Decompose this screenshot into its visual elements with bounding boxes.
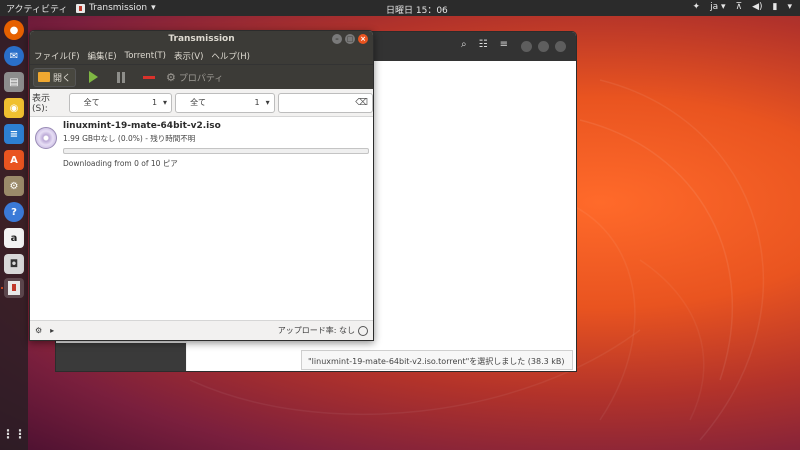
folder-icon (38, 72, 50, 82)
battery-icon[interactable]: ▮ (773, 2, 778, 12)
tracker-filter-count: 1 (254, 98, 260, 107)
input-method-label: ja (710, 2, 719, 12)
disc-image-icon (35, 127, 57, 149)
writer-icon[interactable]: ≡ (4, 124, 24, 144)
properties-label: プロパティ (178, 73, 224, 84)
gear-icon: ⚙ (166, 70, 176, 84)
dock: ● ✉ ▤ ◉ ≡ A ⚙ ? a ◘ ⋮⋮ (0, 16, 28, 450)
firefox-icon[interactable]: ● (4, 20, 24, 40)
running-indicator (1, 287, 3, 289)
system-tray[interactable]: ✦ ja ▾ ⊼ ◀) ▮ ▾ (693, 2, 792, 12)
amazon-icon[interactable]: a (4, 228, 24, 248)
accessibility-icon[interactable]: ✦ (693, 2, 701, 12)
software-icon[interactable]: A (4, 150, 24, 170)
ratio-icon[interactable] (358, 325, 368, 336)
transmission-window: Transmission – □ × ファイル(F) 編集(E) Torrent… (29, 30, 374, 341)
minimize-button[interactable]: – (332, 34, 342, 44)
transmission-icon[interactable] (4, 278, 24, 298)
preferences-gear-icon[interactable]: ⚙ (35, 326, 42, 335)
dropdown-arrow-icon: ▾ (265, 98, 270, 107)
torrent-row[interactable]: linuxmint-19-mate-64bit-v2.iso 1.99 GB中な… (30, 117, 373, 168)
menu-help[interactable]: ヘルプ(H) (211, 50, 250, 62)
menu-edit[interactable]: 編集(E) (88, 50, 117, 62)
menu-file[interactable]: ファイル(F) (34, 50, 80, 62)
turtle-icon[interactable]: ▸ (50, 326, 54, 335)
remove-button[interactable] (138, 68, 160, 86)
minimize-button[interactable] (521, 41, 532, 52)
tracker-filter-select[interactable]: 全て 1 ▾ (175, 92, 275, 113)
rhythmbox-icon[interactable]: ◉ (4, 98, 24, 118)
help-icon[interactable]: ? (4, 202, 24, 222)
play-icon (88, 71, 98, 83)
properties-button[interactable]: ⚙ プロパティ (166, 71, 223, 84)
screenshot-icon[interactable]: ◘ (4, 254, 24, 274)
search-input[interactable]: ⌫ (277, 92, 373, 113)
settings-icon[interactable]: ⚙ (4, 176, 24, 196)
app-menu-label: Transmission (89, 3, 148, 13)
menu-torrent[interactable]: Torrent(T) (125, 51, 166, 61)
status-bar: ⚙ ▸ アップロード率: なし (30, 320, 373, 340)
show-label: 表示(S): (32, 94, 51, 114)
chevron-down-icon[interactable]: ▾ (787, 2, 792, 12)
window-title: Transmission (168, 34, 235, 44)
search-icon[interactable]: ⌕ (461, 39, 467, 50)
files-icon[interactable]: ▤ (4, 72, 24, 92)
chevron-down-icon: ▾ (151, 3, 156, 13)
volume-icon[interactable]: ◀) (752, 2, 762, 12)
menu-view[interactable]: 表示(V) (174, 50, 203, 62)
close-button[interactable] (555, 41, 566, 52)
maximize-button[interactable] (538, 41, 549, 52)
open-button[interactable]: 開く (33, 67, 77, 87)
pause-icon (117, 71, 126, 83)
ratio-text: アップロード率: なし (277, 326, 355, 335)
thunderbird-icon[interactable]: ✉ (4, 46, 24, 66)
toolbar: 開く ⚙ プロパティ (30, 64, 373, 89)
network-icon[interactable]: ⊼ (735, 2, 742, 12)
input-method[interactable]: ja ▾ (710, 2, 725, 12)
open-label: 開く (53, 73, 72, 84)
apps-grid-icon[interactable]: ⋮⋮ (2, 424, 26, 444)
activities-button[interactable]: アクティビティ (0, 2, 76, 15)
activity-filter-count: 1 (151, 98, 158, 107)
activity-filter-select[interactable]: 全て 1 ▾ (68, 92, 173, 113)
transmission-icon (76, 3, 85, 13)
start-button[interactable] (82, 68, 104, 86)
clock[interactable]: 日曜日 15：06 (386, 3, 448, 16)
file-chooser-status: "linuxmint-19-mate-64bit-v2.iso.torrent"… (301, 350, 573, 370)
torrent-progress-bar (63, 148, 369, 154)
dropdown-arrow-icon: ▾ (163, 98, 168, 107)
top-bar: アクティビティ Transmission ▾ 日曜日 15：06 ✦ ja ▾ … (0, 0, 800, 16)
activity-filter-value: 全て (83, 98, 100, 107)
remove-icon (143, 75, 156, 79)
menu-icon[interactable]: ≡ (500, 39, 508, 50)
tracker-filter-value: 全て (190, 98, 207, 107)
pause-button[interactable] (110, 68, 132, 86)
maximize-button[interactable]: □ (345, 34, 355, 44)
torrent-progress-text: 1.99 GB中なし (0.0%) - 残り時間不明 (63, 134, 196, 143)
title-bar[interactable]: Transmission – □ × (30, 31, 373, 47)
app-menu[interactable]: Transmission ▾ (76, 3, 156, 13)
close-button[interactable]: × (358, 34, 368, 44)
clear-search-icon[interactable]: ⌫ (355, 98, 368, 108)
filter-bar: 表示(S): 全て 1 ▾ 全て 1 ▾ ⌫ (30, 89, 373, 117)
list-view-icon[interactable]: ☷ (479, 39, 488, 50)
menu-bar: ファイル(F) 編集(E) Torrent(T) 表示(V) ヘルプ(H) (30, 47, 373, 64)
torrent-status: Downloading from 0 of 10 ピア (63, 159, 178, 168)
torrent-name: linuxmint-19-mate-64bit-v2.iso (63, 121, 221, 131)
